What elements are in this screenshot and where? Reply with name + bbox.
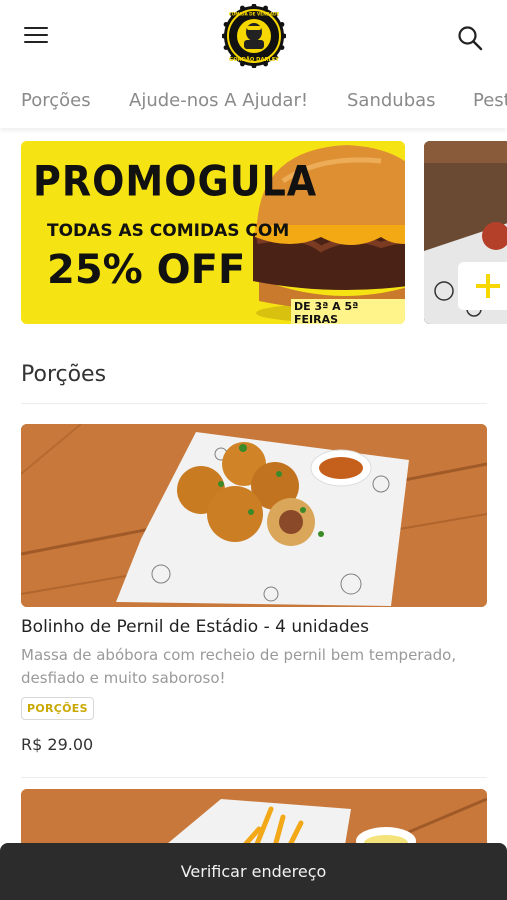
promo-title: PROMOGULA <box>33 156 318 206</box>
tab-ajude-nos[interactable]: Ajude-nos A Ajudar! <box>129 90 308 111</box>
tab-porcoes[interactable]: Porções <box>21 90 91 111</box>
promo-subtitle: TODAS AS COMIDAS COM <box>47 221 290 241</box>
category-tag: PORÇÕES <box>21 697 94 720</box>
product-name[interactable]: Bolinho de Pernil de Estádio - 4 unidade… <box>21 617 369 637</box>
app-header: COMIDA DE VERDADE GORDÃO DARLEY <box>0 0 507 78</box>
svg-text:GORDÃO DARLEY: GORDÃO DARLEY <box>229 56 279 63</box>
product-description: Massa de abóbora com recheio de pernil b… <box>21 646 457 687</box>
product-price: R$ 29.00 <box>21 735 94 754</box>
promo-banner[interactable]: PROMOGULA TODAS AS COMIDAS COM 25% OFF D… <box>21 141 405 324</box>
section-title: Porções <box>21 362 107 387</box>
promo-days: DE 3ª A 5ª FEIRAS <box>291 299 405 324</box>
category-tabs: Porções Ajude-nos A Ajudar! Sandubas Pes… <box>0 78 507 128</box>
product-divider <box>21 777 487 778</box>
promo-offer: 25% OFF <box>47 247 246 293</box>
plus-icon[interactable] <box>458 262 507 310</box>
croquettes-image <box>21 424 487 607</box>
section-divider <box>21 403 487 404</box>
brand-logo[interactable]: COMIDA DE VERDADE GORDÃO DARLEY <box>222 4 286 68</box>
check-address-button[interactable]: Verificar endereço <box>0 843 507 900</box>
tab-pest[interactable]: Pest <box>473 90 507 111</box>
svg-text:COMIDA DE VERDADE: COMIDA DE VERDADE <box>229 12 280 17</box>
check-address-label: Verificar endereço <box>180 862 327 881</box>
product-image[interactable] <box>21 424 487 607</box>
search-icon[interactable] <box>456 24 484 52</box>
tab-sandubas[interactable]: Sandubas <box>347 90 436 111</box>
hamburger-menu-icon[interactable] <box>24 27 48 45</box>
